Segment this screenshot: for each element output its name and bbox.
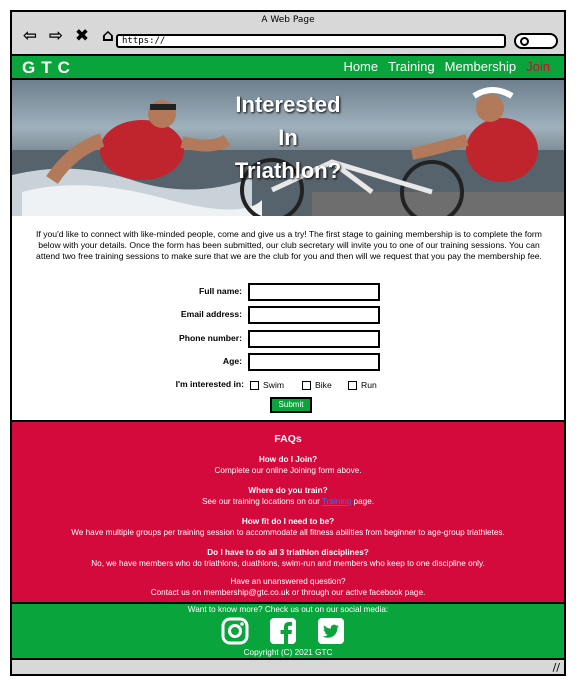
faq-title: FAQs	[274, 433, 302, 445]
hero-title-line: Interested	[235, 92, 341, 117]
instagram-icon[interactable]	[221, 617, 249, 645]
faq-closing-line: Contact us on membership@gtc.co.uk or th…	[150, 588, 426, 597]
checkbox-box[interactable]	[302, 380, 311, 390]
faq-item: Do I have to do all 3 triathlon discipli…	[12, 547, 564, 569]
interest-label: I'm interested in:	[175, 379, 244, 389]
faq-item: How fit do I need to be? We have multipl…	[12, 516, 564, 538]
search-button[interactable]	[514, 33, 558, 49]
interest-row: I'm interested in: Swim Bike Run	[12, 378, 564, 394]
faq-closing: Have an unanswered question? Contact us …	[12, 576, 564, 598]
submit-button[interactable]: Submit	[270, 397, 312, 413]
site-header: GTC Home Training Membership Join	[12, 56, 564, 80]
faq-answer-text: See our training locations on our	[201, 497, 322, 506]
bike-checkbox[interactable]: Bike	[302, 380, 332, 390]
browser-chrome: A Web Page ⇦ ⇨ ✖ ⌂ https://	[12, 12, 564, 56]
resize-grip-icon[interactable]: //	[553, 661, 560, 674]
forward-arrow-icon[interactable]: ⇨	[46, 26, 66, 46]
full-name-label: Full name:	[199, 286, 242, 296]
window-title: A Web Page	[261, 15, 315, 25]
site-footer: Want to know more? Check us out on our s…	[12, 604, 564, 660]
social-links	[221, 617, 345, 645]
facebook-icon[interactable]	[269, 617, 297, 645]
age-label: Age:	[222, 356, 242, 366]
training-link[interactable]: Training	[322, 497, 351, 506]
phone-input[interactable]	[248, 330, 380, 348]
address-bar[interactable]: https://	[116, 34, 506, 48]
faq-answer: We have multiple groups per training ses…	[71, 528, 505, 537]
age-row: Age:	[12, 353, 564, 373]
close-icon[interactable]: ✖	[72, 26, 92, 46]
browser-window: A Web Page ⇦ ⇨ ✖ ⌂ https:// GTC Home Tra…	[10, 10, 566, 676]
hero-title-line: In	[278, 125, 298, 150]
faq-question: Do I have to do all 3 triathlon discipli…	[207, 548, 369, 557]
faq-question: How do I Join?	[258, 455, 318, 464]
nav-training[interactable]: Training	[388, 59, 434, 74]
home-icon[interactable]: ⌂	[98, 26, 118, 46]
faq-section: FAQs How do I Join? Complete our online …	[12, 420, 564, 604]
faq-answer: Complete our online Joining form above.	[214, 466, 362, 475]
faq-question: Where do you train?	[248, 486, 328, 495]
faq-answer: No, we have members who do triathlons, d…	[91, 559, 485, 568]
bike-label: Bike	[315, 380, 332, 390]
hero-banner: Interested In Triathlon?	[12, 80, 564, 216]
nav-join[interactable]: Join	[526, 59, 550, 74]
faq-closing-line: Have an unanswered question?	[230, 577, 346, 586]
faq-answer: See our training locations on our Traini…	[12, 496, 564, 507]
run-label: Run	[361, 380, 377, 390]
checkbox-box[interactable]	[348, 380, 357, 390]
nav-membership[interactable]: Membership	[445, 59, 517, 74]
phone-label: Phone number:	[178, 333, 242, 343]
run-checkbox[interactable]: Run	[348, 380, 377, 390]
back-arrow-icon[interactable]: ⇦	[20, 26, 40, 46]
intro-text: If you'd like to connect with like-minde…	[36, 229, 542, 262]
checkbox-box[interactable]	[250, 380, 259, 390]
faq-answer-text: page.	[351, 497, 375, 506]
faq-item: Where do you train? See our training loc…	[12, 485, 564, 507]
status-bar: //	[12, 660, 564, 674]
search-icon	[520, 37, 529, 46]
browser-nav: ⇦ ⇨ ✖ ⌂	[20, 26, 118, 46]
swim-label: Swim	[263, 380, 285, 390]
hero-title: Interested In Triathlon?	[12, 88, 564, 187]
faq-item: How do I Join? Complete our online Joini…	[12, 454, 564, 476]
faq-question: How fit do I need to be?	[241, 517, 335, 526]
full-name-row: Full name:	[12, 283, 564, 303]
twitter-icon[interactable]	[317, 617, 345, 645]
email-label: Email address:	[180, 309, 242, 319]
copyright: Copyright (C) 2021 GTC	[243, 648, 333, 657]
hero-title-line: Triathlon?	[234, 158, 342, 183]
main-nav: Home Training Membership Join	[343, 59, 550, 74]
site-logo[interactable]: GTC	[22, 58, 76, 78]
full-name-input[interactable]	[248, 283, 380, 301]
swim-checkbox[interactable]: Swim	[250, 380, 284, 390]
phone-row: Phone number:	[12, 330, 564, 350]
nav-home[interactable]: Home	[343, 59, 378, 74]
email-row: Email address:	[12, 306, 564, 326]
social-text: Want to know more? Check us out on our s…	[187, 605, 389, 614]
age-input[interactable]	[248, 353, 380, 371]
email-input[interactable]	[248, 306, 380, 324]
